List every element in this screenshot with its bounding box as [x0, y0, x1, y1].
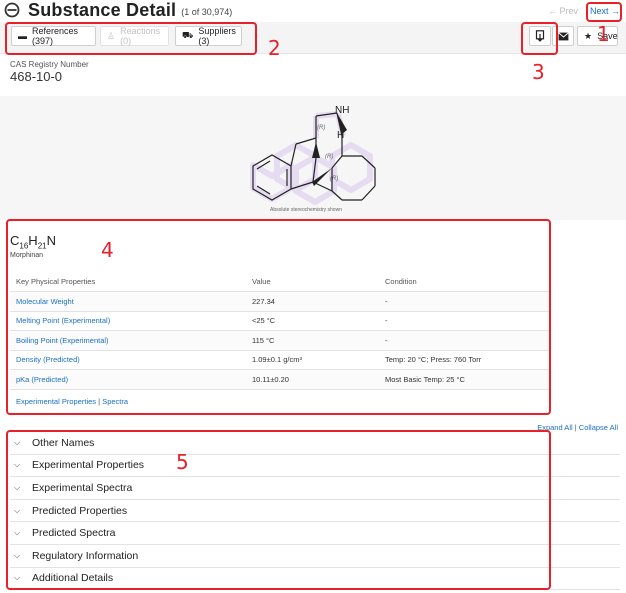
header-property: Key Physical Properties	[10, 272, 246, 292]
expand-collapse-links: Expand All | Collapse All	[537, 423, 618, 432]
structure-panel: NH H (R) (R) (R) Absolute stereochemistr…	[0, 96, 626, 220]
wedge-bond	[312, 142, 320, 158]
experimental-links: Experimental Properties | Spectra	[16, 397, 128, 406]
nh-label: NH	[335, 105, 349, 116]
cas-number: 468-10-0	[10, 69, 63, 84]
property-value: 115 °C	[246, 330, 379, 351]
section-label: Predicted Spectra	[32, 527, 116, 540]
suppliers-button[interactable]: ⛟ Suppliers (3)	[175, 26, 242, 46]
section-other-names[interactable]: ⌵ Other Names	[10, 432, 620, 455]
property-condition: -	[379, 330, 550, 351]
collapse-all-link[interactable]: Collapse All	[579, 423, 618, 432]
prev-link[interactable]: ← Prev	[548, 6, 578, 16]
section-experimental-spectra[interactable]: ⌵ Experimental Spectra	[10, 477, 620, 500]
header-condition: Condition	[379, 272, 550, 292]
section-label: Experimental Spectra	[32, 481, 133, 494]
chevron-down-icon: ⌵	[14, 437, 21, 447]
substance-icon	[4, 2, 20, 18]
property-name[interactable]: Boiling Point (Experimental)	[10, 330, 246, 351]
property-condition: Temp: 20 °C; Press: 760 Torr	[379, 350, 550, 370]
result-count: (1 of 30,974)	[181, 7, 233, 17]
reactions-button[interactable]: ♙ Reactions (0)	[100, 26, 169, 46]
reactions-label: Reactions (0)	[120, 26, 161, 46]
experimental-properties-link[interactable]: Experimental Properties	[16, 397, 96, 406]
suppliers-label: Suppliers (3)	[198, 26, 236, 46]
email-button[interactable]	[552, 26, 574, 46]
stereo-r-label-3: (R)	[330, 176, 338, 182]
property-condition: -	[379, 291, 550, 312]
annotation-number-2: 2	[268, 36, 281, 60]
property-value: <25 °C	[246, 311, 379, 331]
page-title: Substance Detail	[28, 0, 177, 20]
section-regulatory-information[interactable]: ⌵ Regulatory Information	[10, 545, 620, 568]
chevron-down-icon: ⌵	[14, 482, 21, 492]
section-label: Predicted Properties	[32, 504, 128, 517]
property-name[interactable]: Melting Point (Experimental)	[10, 311, 246, 331]
molecular-formula: C16H21N	[10, 233, 56, 251]
collapsible-sections: ⌵ Other Names ⌵ Experimental Properties …	[10, 432, 620, 591]
section-experimental-properties[interactable]: ⌵ Experimental Properties	[10, 455, 620, 478]
chevron-down-icon: ⌵	[14, 550, 21, 560]
toolbar: ▬ References (397) ♙ Reactions (0) ⛟ Sup…	[0, 22, 626, 54]
property-value: 10.11±0.20	[246, 369, 379, 390]
table-header-row: Key Physical Properties Value Condition	[10, 272, 550, 292]
title-bar: Substance Detail (1 of 30,974)	[4, 0, 232, 20]
property-value: 227.34	[246, 291, 379, 312]
property-name[interactable]: Molecular Weight	[10, 291, 246, 312]
substance-name: Morphinan	[10, 252, 44, 259]
table-row: pKa (Predicted) 10.11±0.20 Most Basic Te…	[10, 369, 550, 390]
link-separator: |	[574, 423, 577, 432]
section-label: Other Names	[32, 436, 95, 449]
chevron-down-icon: ⌵	[14, 505, 21, 515]
table-row: Molecular Weight 227.34 -	[10, 291, 550, 312]
annotation-number-4: 4	[101, 238, 114, 262]
envelope-icon	[557, 31, 569, 40]
property-value: 1.09±0.1 g/cm³	[246, 350, 379, 370]
book-icon: ▬	[18, 31, 27, 41]
annotation-number-5: 5	[176, 450, 189, 474]
property-name[interactable]: Density (Predicted)	[10, 350, 246, 370]
property-condition: Most Basic Temp: 25 °C	[379, 369, 550, 390]
spectra-link[interactable]: Spectra	[102, 397, 128, 406]
chevron-down-icon: ⌵	[14, 460, 21, 470]
chevron-down-icon: ⌵	[14, 528, 21, 538]
references-label: References (397)	[32, 26, 79, 46]
property-name[interactable]: pKa (Predicted)	[10, 369, 246, 390]
section-predicted-spectra[interactable]: ⌵ Predicted Spectra	[10, 522, 620, 545]
section-label: Additional Details	[32, 572, 114, 585]
section-label: Experimental Properties	[32, 459, 145, 472]
header-value: Value	[246, 272, 379, 292]
link-separator: |	[98, 397, 101, 406]
expand-all-link[interactable]: Expand All	[537, 423, 572, 432]
chevron-down-icon: ⌵	[14, 573, 21, 583]
section-label: Regulatory Information	[32, 549, 139, 562]
h-label: H	[337, 130, 344, 141]
section-predicted-properties[interactable]: ⌵ Predicted Properties	[10, 500, 620, 523]
annotation-number-3: 3	[532, 60, 545, 84]
annotation-number-1: 1	[597, 22, 610, 46]
table-row: Melting Point (Experimental) <25 °C -	[10, 311, 550, 331]
star-icon: ★	[584, 30, 593, 41]
download-icon	[535, 30, 545, 42]
properties-table: Key Physical Properties Value Condition …	[10, 272, 550, 390]
cart-icon: ⛟	[182, 30, 194, 40]
stereo-r-label-2: (R)	[325, 154, 333, 160]
flask-icon: ♙	[107, 30, 116, 41]
property-condition: -	[379, 311, 550, 331]
section-additional-details[interactable]: ⌵ Additional Details	[10, 568, 620, 591]
cas-label: CAS Registry Number	[10, 60, 89, 69]
chemical-structure-drawing: NH H (R) (R) (R)	[250, 105, 376, 205]
table-row: Boiling Point (Experimental) 115 °C -	[10, 330, 550, 351]
next-link[interactable]: Next →	[590, 6, 620, 16]
stereo-note: Absolute stereochemistry shown	[270, 207, 342, 213]
download-button[interactable]	[529, 26, 551, 46]
pager: ← Prev Next →	[548, 6, 620, 16]
references-button[interactable]: ▬ References (397)	[11, 26, 96, 46]
stereo-r-label-1: (R)	[317, 125, 325, 131]
structure-highlight	[250, 111, 373, 205]
table-row: Density (Predicted) 1.09±0.1 g/cm³ Temp:…	[10, 350, 550, 370]
